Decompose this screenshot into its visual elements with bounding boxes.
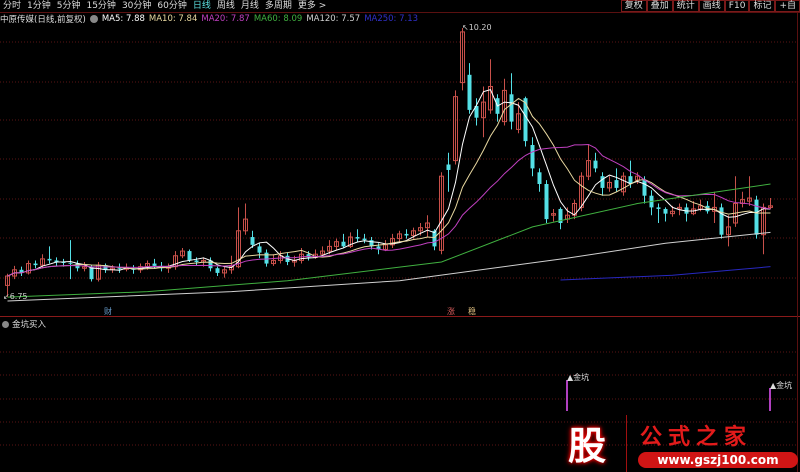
candle-body (663, 208, 668, 214)
high-price-label: ↖10.20 (462, 23, 492, 32)
event-marker: 财 (104, 307, 112, 316)
indicator-settings-icon[interactable] (2, 320, 9, 328)
candle-body (152, 263, 157, 266)
signal-label: ▲金坑 (567, 373, 590, 382)
candle-body (264, 252, 269, 264)
ma5-line (7, 89, 771, 277)
indicator-name[interactable]: 金坑买入 (12, 318, 46, 330)
logo-name: 公式之家 (640, 424, 753, 450)
candle-body (341, 241, 346, 247)
candle-body (117, 268, 122, 270)
candle-body (593, 160, 598, 169)
candle-body (362, 238, 367, 241)
candle-body (250, 237, 255, 245)
candle-body (257, 246, 262, 253)
candle-body (642, 180, 647, 196)
candle-body (656, 207, 661, 209)
candle-body (187, 251, 192, 261)
candle-body (530, 145, 535, 169)
ma20-line (7, 143, 771, 277)
logo-url: www.gszj100.com (638, 452, 798, 468)
indicator-title: 金坑买入 (2, 318, 46, 330)
candle-body (754, 199, 759, 235)
candle-body (509, 94, 514, 122)
candle-body (446, 164, 451, 170)
ma60-line (7, 183, 771, 298)
candle-body (467, 74, 472, 110)
logo-divider (626, 415, 627, 472)
candle-body (47, 258, 52, 261)
panel-divider[interactable] (0, 316, 800, 317)
candle-body (68, 262, 73, 264)
event-marker: 稳 (468, 307, 476, 316)
price-axis-border (797, 12, 798, 472)
candle-body (194, 260, 199, 262)
signal-label: ▲金坑 (770, 381, 793, 390)
candle-body (215, 268, 220, 273)
candle-body (544, 184, 549, 220)
low-price-label: ↙6.75 (3, 292, 28, 302)
candle-body (404, 233, 409, 236)
candle-body (33, 263, 38, 266)
watermark-logo: 股 公式之家 www.gszj100.com (560, 415, 798, 472)
logo-mark: 股 (568, 423, 607, 468)
candle-body (614, 180, 619, 188)
candle-body (355, 237, 360, 239)
candlestick-chart[interactable] (0, 0, 800, 472)
event-marker: 涨 (447, 307, 455, 316)
candle-body (537, 172, 542, 184)
